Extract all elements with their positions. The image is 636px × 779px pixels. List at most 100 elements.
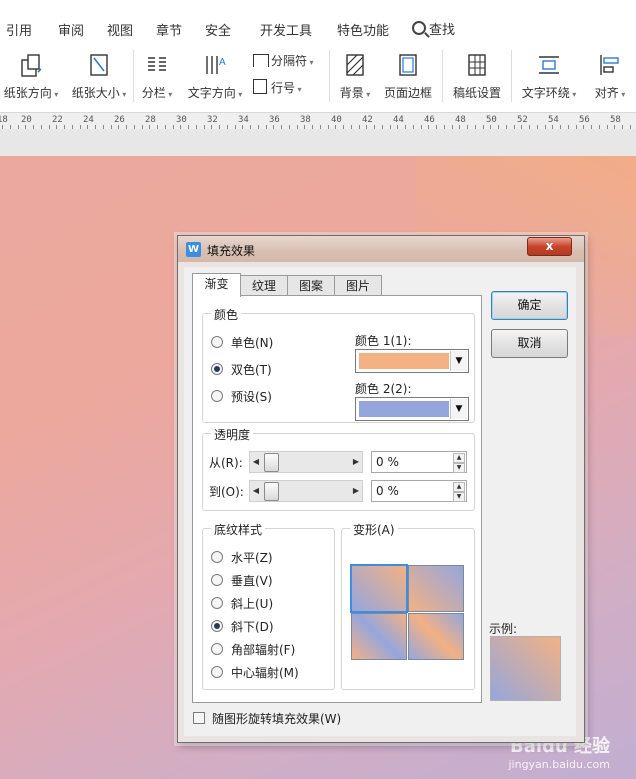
menu-view[interactable]: 视图 — [107, 20, 133, 39]
variant-option[interactable] — [408, 613, 464, 660]
from-value: 0 % — [376, 455, 399, 469]
radio-vertical-circle[interactable] — [211, 574, 223, 586]
color1-dropdown[interactable]: ▼ — [355, 349, 469, 373]
to-slider-thumb[interactable] — [264, 482, 279, 501]
dialog-client: 渐变 纹理 图案 图片 颜色 单色(N) 双色(T) 预设(S) 颜色 1(1)… — [184, 267, 576, 736]
paper-orientation-label: 纸张方向 — [4, 86, 59, 100]
background-button[interactable]: 背景 — [337, 52, 373, 101]
radio-preset-circle[interactable] — [211, 390, 223, 402]
menu-special-features[interactable]: 特色功能 — [337, 20, 389, 39]
line-number-icon — [253, 79, 267, 94]
menu-security[interactable]: 安全 — [205, 20, 231, 39]
text-wrap-label: 文字环绕 — [522, 86, 577, 100]
chevron-down-icon[interactable]: ▼ — [450, 351, 467, 371]
spin-up-icon[interactable]: ▲ — [453, 453, 465, 463]
radio-diagonal-down-label: 斜下(D) — [231, 620, 274, 634]
from-spinbox[interactable]: 0 % ▲ ▼ — [371, 451, 467, 473]
dialog-titlebar[interactable]: W 填充效果 x — [178, 236, 584, 262]
toolbar-divider — [442, 50, 443, 102]
line-number-button[interactable]: 行号 — [253, 79, 323, 96]
menu-developer-tools[interactable]: 开发工具 — [260, 20, 312, 39]
slider-left-arrow-icon[interactable]: ◀ — [250, 452, 262, 472]
to-spin-buttons[interactable]: ▲ ▼ — [453, 482, 465, 502]
slider-right-arrow-icon[interactable]: ▶ — [350, 452, 362, 472]
manuscript-settings-button[interactable]: 稿纸设置 — [451, 52, 503, 101]
horizontal-ruler[interactable]: 18 20 22 24 26 28 30 32 34 36 38 40 42 4… — [0, 112, 636, 130]
paper-size-button[interactable]: 纸张大小 — [70, 52, 128, 101]
page-border-label: 页面边框 — [383, 86, 432, 100]
slider-right-arrow-icon[interactable]: ▶ — [350, 481, 362, 501]
text-wrap-button[interactable]: 文字环绕 — [520, 52, 578, 101]
ruler-tick: 26 — [114, 115, 125, 125]
color1-swatch — [359, 353, 449, 369]
rotate-with-shape-checkbox[interactable]: 随图形旋转填充效果(W) — [193, 710, 341, 727]
radio-from-corner[interactable]: 角部辐射(F) — [211, 641, 295, 658]
menu-search[interactable]: 查找 — [412, 19, 455, 38]
separator-icon — [253, 54, 269, 67]
radio-horizontal-circle[interactable] — [211, 551, 223, 563]
tab-texture[interactable]: 纹理 — [240, 275, 288, 296]
paper-size-icon — [90, 54, 108, 76]
radio-diagonal-up-circle[interactable] — [211, 597, 223, 609]
transparency-group-label: 透明度 — [211, 426, 254, 443]
variant-option[interactable] — [408, 565, 464, 612]
radio-from-center-label: 中心辐射(M) — [231, 666, 299, 680]
radio-from-corner-circle[interactable] — [211, 643, 223, 655]
from-slider[interactable]: ◀ ▶ — [249, 451, 363, 473]
from-spin-buttons[interactable]: ▲ ▼ — [453, 453, 465, 473]
menu-review[interactable]: 审阅 — [58, 20, 84, 39]
radio-preset[interactable]: 预设(S) — [211, 388, 272, 405]
radio-diagonal-up[interactable]: 斜上(U) — [211, 595, 273, 612]
radio-vertical[interactable]: 垂直(V) — [211, 572, 273, 589]
close-button[interactable]: x — [527, 237, 572, 256]
ruler-tick: 22 — [52, 115, 63, 125]
spin-up-icon[interactable]: ▲ — [453, 482, 465, 492]
cancel-button[interactable]: 取消 — [491, 329, 568, 358]
radio-one-color[interactable]: 单色(N) — [211, 334, 273, 351]
ruler-tick: 28 — [145, 115, 156, 125]
color1-label: 颜色 1(1): — [355, 334, 412, 348]
paper-size-label: 纸张大小 — [72, 86, 127, 100]
radio-two-colors-circle[interactable] — [211, 363, 223, 375]
radio-two-colors[interactable]: 双色(T) — [211, 361, 272, 378]
ruler-tick: 48 — [455, 115, 466, 125]
columns-button[interactable]: 分栏 — [139, 52, 175, 101]
paper-orientation-button[interactable]: 纸张方向 — [2, 52, 60, 101]
gradient-panel: 颜色 单色(N) 双色(T) 预设(S) 颜色 1(1): ▼ 颜色 2(2): — [192, 295, 482, 703]
separator-label: 分隔符 — [271, 54, 314, 68]
color2-dropdown[interactable]: ▼ — [355, 397, 469, 421]
tab-pattern[interactable]: 图案 — [287, 275, 335, 296]
radio-diagonal-down-circle[interactable] — [211, 620, 223, 632]
to-spinbox[interactable]: 0 % ▲ ▼ — [371, 480, 467, 502]
text-direction-button[interactable]: A 文字方向 — [186, 52, 244, 101]
colors-group-label: 颜色 — [211, 306, 242, 323]
toolbar-divider — [511, 50, 512, 102]
rotate-with-shape-box[interactable] — [193, 712, 205, 724]
radio-diagonal-down[interactable]: 斜下(D) — [211, 618, 274, 635]
page-border-button[interactable]: 页面边框 — [382, 52, 434, 101]
tab-picture[interactable]: 图片 — [334, 275, 382, 296]
radio-from-center[interactable]: 中心辐射(M) — [211, 664, 299, 681]
from-slider-thumb[interactable] — [264, 453, 279, 472]
align-button[interactable]: 对齐 — [588, 52, 632, 101]
menu-chapter[interactable]: 章节 — [156, 20, 182, 39]
chevron-down-icon[interactable]: ▼ — [450, 399, 467, 419]
menu-references[interactable]: 引用 — [6, 20, 32, 39]
variant-option[interactable] — [351, 613, 407, 660]
spin-down-icon[interactable]: ▼ — [453, 492, 465, 502]
ruler-tick: 20 — [21, 115, 32, 125]
from-label: 从(R): — [209, 456, 243, 470]
close-icon: x — [545, 239, 554, 253]
background-label: 背景 — [340, 86, 371, 100]
radio-one-color-circle[interactable] — [211, 336, 223, 348]
tab-gradient[interactable]: 渐变 — [192, 273, 241, 297]
variant-option[interactable] — [350, 564, 408, 613]
shading-styles-group: 底纹样式 水平(Z) 垂直(V) 斜上(U) 斜下(D) 角部辐射(F) 中心辐… — [202, 521, 335, 690]
slider-left-arrow-icon[interactable]: ◀ — [250, 481, 262, 501]
radio-horizontal[interactable]: 水平(Z) — [211, 549, 273, 566]
to-slider[interactable]: ◀ ▶ — [249, 480, 363, 502]
ok-button[interactable]: 确定 — [491, 291, 568, 320]
radio-from-center-circle[interactable] — [211, 666, 223, 678]
spin-down-icon[interactable]: ▼ — [453, 463, 465, 473]
separator-button[interactable]: 分隔符 — [253, 52, 323, 69]
